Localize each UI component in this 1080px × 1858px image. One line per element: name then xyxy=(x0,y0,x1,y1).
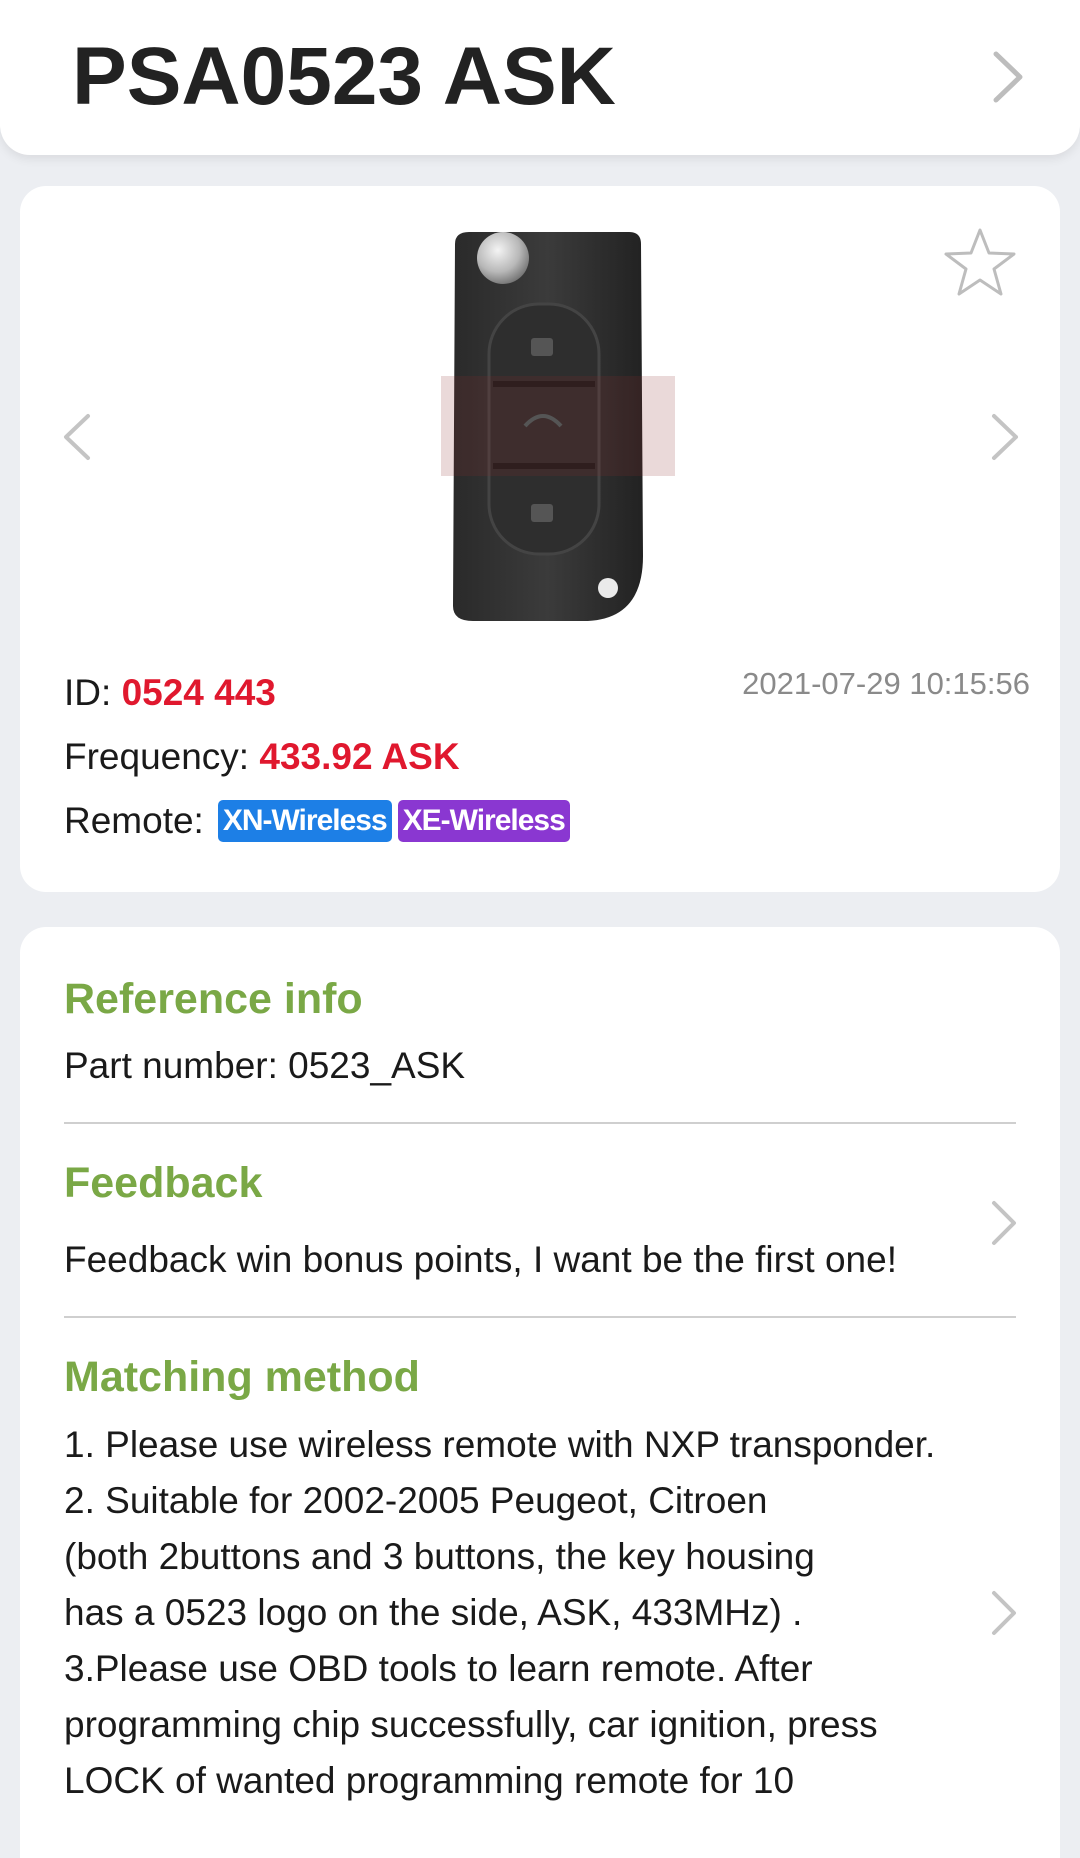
chevron-right-icon[interactable] xyxy=(988,48,1028,106)
remote-row: Remote: XN-Wireless XE-Wireless xyxy=(64,800,570,842)
method-line: LOCK of wanted programming remote for 10 xyxy=(64,1760,795,1801)
part-number-text: Part number: 0523_ASK xyxy=(64,1045,466,1086)
header-bar[interactable]: PSA0523 ASK xyxy=(0,0,1080,155)
feedback-title: Feedback xyxy=(64,1159,263,1207)
method-line: (both 2buttons and 3 buttons, the key ho… xyxy=(64,1536,815,1577)
remote-badge-xn-wireless[interactable]: XN-Wireless xyxy=(217,800,392,842)
remote-label: Remote: xyxy=(64,800,204,841)
divider xyxy=(64,1316,1016,1318)
chevron-right-icon[interactable] xyxy=(988,1589,1020,1637)
method-line: 2. Suitable for 2002-2005 Peugeot, Citro… xyxy=(64,1480,768,1521)
method-line: has a 0523 logo on the side, ASK, 433MHz… xyxy=(64,1592,803,1633)
matching-method-text: 1. Please use wireless remote with NXP t… xyxy=(64,1417,984,1809)
frequency-label: Frequency: xyxy=(64,736,260,777)
id-value: 0524 443 xyxy=(121,672,276,713)
previous-image-icon[interactable] xyxy=(60,412,94,462)
reference-info-title: Reference info xyxy=(64,975,363,1023)
method-line: 3.Please use OBD tools to learn remote. … xyxy=(64,1648,813,1689)
method-line: programming chip successfully, car ignit… xyxy=(64,1704,878,1745)
frequency-value: 433.92 ASK xyxy=(259,736,460,777)
feedback-text: Feedback win bonus points, I want be the… xyxy=(64,1239,897,1280)
timestamp: 2021-07-29 10:15:56 xyxy=(742,666,1030,701)
frequency-row: Frequency: 433.92 ASK xyxy=(64,736,460,778)
product-card: ID: 0524 443 2021-07-29 10:15:56 Frequen… xyxy=(20,186,1060,892)
car-key-image xyxy=(441,232,675,621)
chevron-right-icon[interactable] xyxy=(988,1199,1020,1247)
details-card: Reference info Part number: 0523_ASK Fee… xyxy=(20,927,1060,1858)
matching-method-title: Matching method xyxy=(64,1353,420,1401)
id-label: ID: xyxy=(64,672,122,713)
remote-badge-xe-wireless[interactable]: XE-Wireless xyxy=(397,800,570,842)
star-outline-icon[interactable] xyxy=(944,226,1016,298)
product-id-row: ID: 0524 443 xyxy=(64,672,276,714)
divider xyxy=(64,1122,1016,1124)
page-title: PSA0523 ASK xyxy=(72,31,616,122)
method-line: 1. Please use wireless remote with NXP t… xyxy=(64,1424,936,1465)
next-image-icon[interactable] xyxy=(988,412,1022,462)
